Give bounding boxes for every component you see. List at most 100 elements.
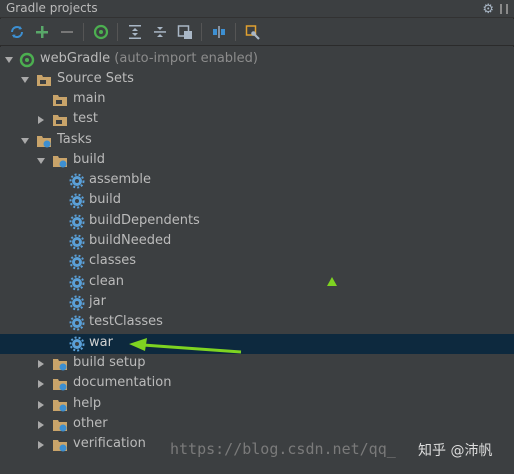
task-label: buildNeeded [89,233,172,248]
task-jar[interactable]: jar [0,293,514,313]
task-folder-icon [53,156,67,168]
expand-all-button[interactable] [122,21,147,43]
tree-node-main[interactable]: main [0,90,514,110]
watermark-url: https://blog.csdn.net/qq_ [170,440,396,458]
collapsed-arrow-icon[interactable] [36,400,46,410]
expanded-arrow-icon[interactable] [36,156,46,166]
task-folder-icon [53,359,67,371]
expanded-arrow-icon[interactable] [4,55,14,65]
gear-task-icon [69,336,85,352]
folder-icon [53,95,67,106]
tree-node-build[interactable]: build [0,151,514,171]
gear-icon[interactable]: ⚙ [482,2,494,17]
task-buildneeded[interactable]: buildNeeded [0,232,514,252]
expanded-arrow-icon[interactable] [20,136,30,146]
watermark-brand: 知乎 @沛帆 [418,443,493,459]
minus-icon [60,31,73,33]
collapse-all-button[interactable] [147,21,172,43]
collapsed-arrow-icon[interactable] [36,115,46,125]
expand-all-icon [128,25,141,39]
task-war[interactable]: war [0,334,514,354]
refresh-icon [10,26,23,38]
collapse-all-icon [153,27,166,37]
task-label: war [89,335,113,350]
tree-node-build-setup[interactable]: build setup [0,354,514,374]
gradle-project-icon [19,52,35,68]
tree-node-help[interactable]: help [0,395,514,415]
build-group-label: build [73,152,105,167]
folder-icon [37,75,51,86]
task-folder-icon [53,379,67,391]
task-classes[interactable]: classes [0,252,514,272]
settings-button[interactable] [240,21,265,43]
gear-task-icon [69,315,85,331]
task-build[interactable]: build [0,191,514,211]
toolbar-divider [201,23,202,41]
task-assemble[interactable]: assemble [0,171,514,191]
panel-header: Gradle projects ⚙ [0,0,514,18]
group-label: verification [73,436,146,451]
task-folder-icon [53,400,67,412]
project-label: webGradle (auto-import enabled) [40,51,258,66]
project-name: webGradle [40,51,111,66]
plus-icon [35,26,48,38]
task-folder-icon [37,136,51,148]
task-label: assemble [89,172,152,187]
tree-node-test[interactable]: test [0,110,514,130]
tree-node-webgradle[interactable]: webGradle (auto-import enabled) [0,50,514,70]
panel-header-actions: ⚙ [482,0,508,18]
task-label: clean [89,274,124,289]
group-label: documentation [73,375,172,390]
toolbar-divider [83,23,84,41]
panel-toolbar [0,19,514,46]
tree-node-tasks[interactable]: Tasks [0,131,514,151]
collapsed-arrow-icon[interactable] [36,420,46,430]
refresh-button[interactable] [4,21,29,43]
collapsed-arrow-icon[interactable] [36,440,46,450]
toolbar-divider [235,23,236,41]
task-label: jar [89,294,106,309]
gear-task-icon [69,214,85,230]
task-folder-icon [53,440,67,452]
attach-project-button[interactable] [172,21,197,43]
task-label: classes [89,253,137,268]
triangle-marker-icon [327,277,337,286]
gear-task-icon [69,254,85,270]
task-label: build [89,192,121,207]
gear-task-icon [69,275,85,291]
gear-task-icon [69,193,85,209]
test-label: test [73,111,98,126]
task-label: buildDependents [89,213,200,228]
task-clean[interactable]: clean [0,273,514,293]
gear-task-icon [69,173,85,189]
expanded-arrow-icon[interactable] [20,75,30,85]
folder-icon [53,115,67,126]
tasks-label: Tasks [57,132,92,147]
execute-task-button[interactable] [88,21,113,43]
source-sets-label: Source Sets [57,71,134,86]
tree-node-other[interactable]: other [0,415,514,435]
wrench-icon [245,25,260,40]
gradle-run-icon [93,24,108,40]
hide-panel-icon[interactable] [500,4,508,14]
task-label: testClasses [89,314,163,329]
task-builddependents[interactable]: buildDependents [0,212,514,232]
group-label: help [73,396,102,411]
annotation-arrow-icon [129,338,242,354]
add-button[interactable] [29,21,54,43]
gear-task-icon [69,234,85,250]
attach-icon [177,25,192,39]
panel-title: Gradle projects [6,1,98,15]
toggle-offline-button[interactable] [206,21,231,43]
group-label: other [73,416,108,431]
remove-button[interactable] [54,21,79,43]
toolbar-divider [117,23,118,41]
collapsed-arrow-icon[interactable] [36,379,46,389]
gear-task-icon [69,295,85,311]
tree-node-documentation[interactable]: documentation [0,374,514,394]
collapsed-arrow-icon[interactable] [36,359,46,369]
main-label: main [73,91,106,106]
task-testclasses[interactable]: testClasses [0,313,514,333]
tree-node-source-sets[interactable]: Source Sets [0,70,514,90]
task-folder-icon [53,420,67,432]
